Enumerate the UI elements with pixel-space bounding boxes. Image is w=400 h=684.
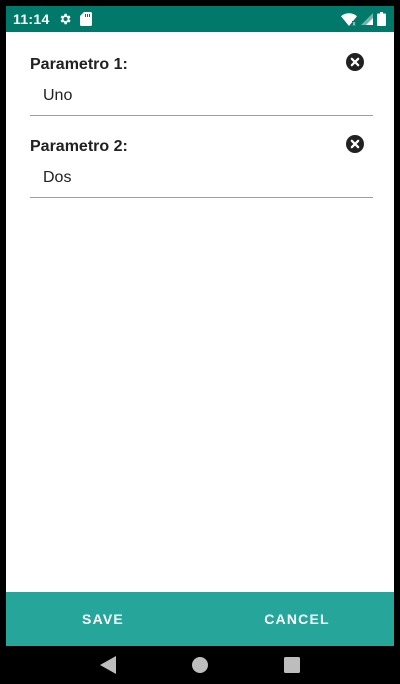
status-time: 11:14: [13, 11, 50, 27]
param-1-input[interactable]: [30, 82, 373, 116]
action-bar: SAVE CANCEL: [6, 592, 394, 646]
navigation-bar: [6, 646, 394, 684]
wifi-icon: x: [341, 12, 357, 26]
clear-param-2-icon[interactable]: [346, 135, 364, 153]
home-icon[interactable]: [189, 654, 211, 676]
back-icon[interactable]: [97, 654, 119, 676]
signal-icon: [361, 13, 373, 25]
svg-text:x: x: [353, 21, 356, 26]
recents-icon[interactable]: [281, 654, 303, 676]
status-bar: 11:14 x: [6, 6, 394, 32]
param-2-input[interactable]: [30, 164, 373, 198]
save-button[interactable]: SAVE: [6, 592, 200, 646]
cancel-button[interactable]: CANCEL: [200, 592, 394, 646]
clear-param-1-icon[interactable]: [346, 53, 364, 71]
parameter-form: Parametro 1: Parametro 2:: [6, 32, 394, 592]
battery-icon: [377, 12, 386, 26]
param-1-label: Parametro 1:: [30, 56, 128, 73]
sd-card-icon: [79, 12, 92, 26]
gear-icon: [58, 12, 72, 26]
param-row: Parametro 2:: [6, 114, 394, 198]
param-2-label: Parametro 2:: [30, 138, 128, 155]
param-row: Parametro 1:: [6, 32, 394, 116]
